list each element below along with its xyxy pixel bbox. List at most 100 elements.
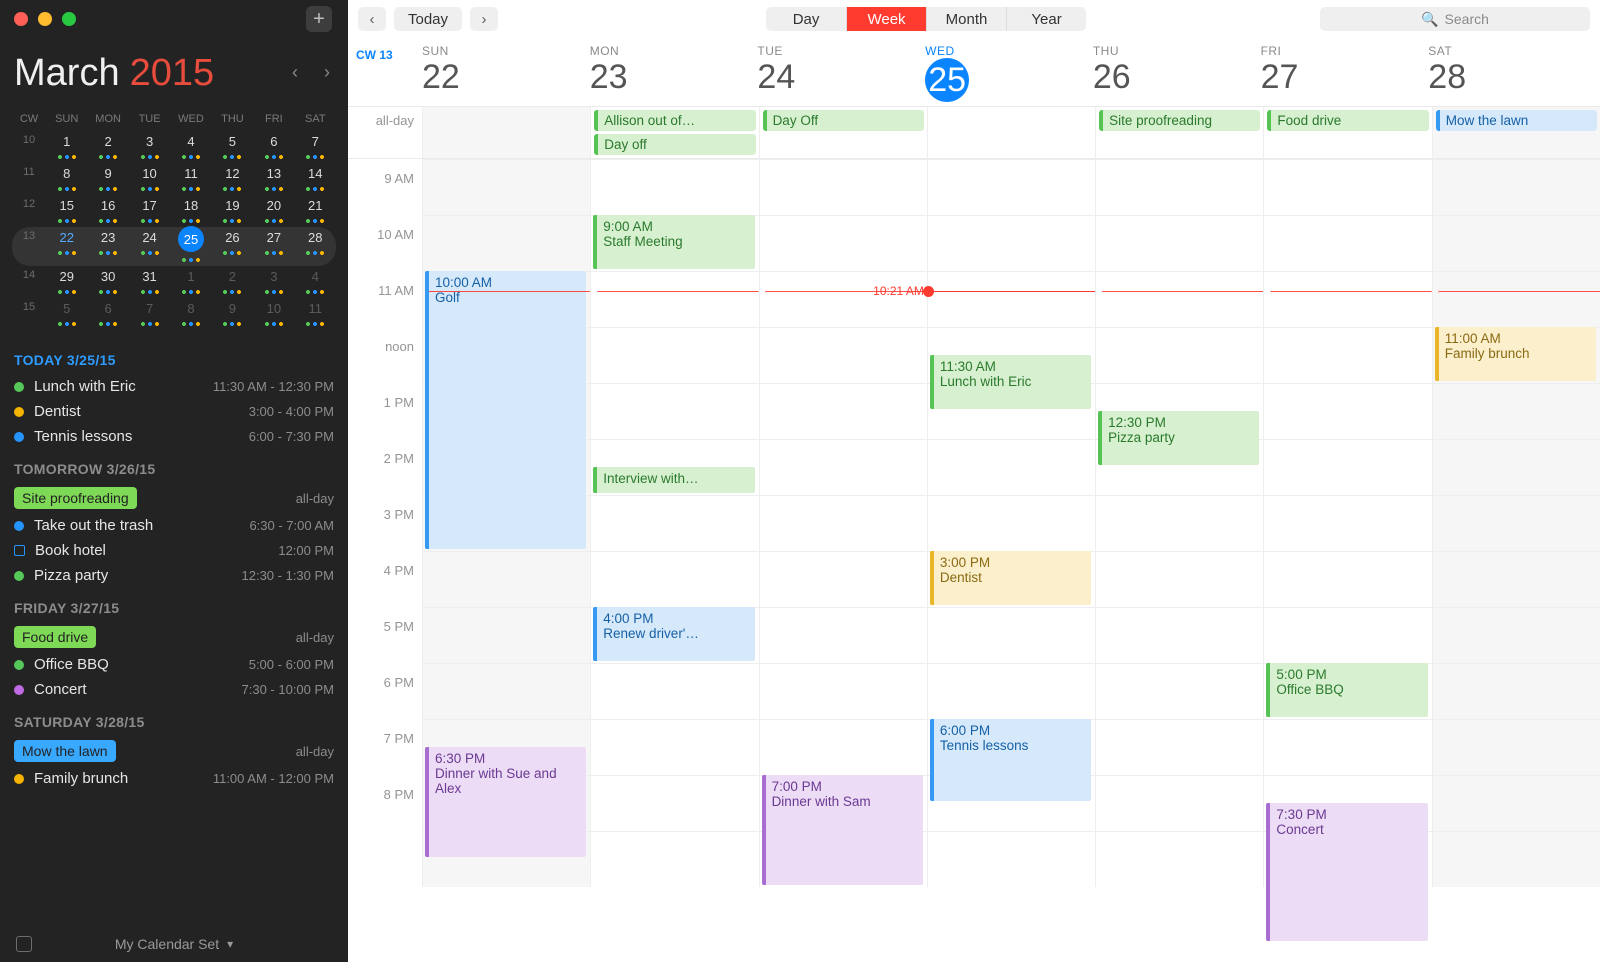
day-column[interactable]: 11:00 AMFamily brunch <box>1432 159 1600 887</box>
day-column[interactable]: 12:30 PMPizza party <box>1095 159 1263 887</box>
mini-cal-day[interactable]: 15 <box>46 195 87 227</box>
mini-cal-day[interactable]: 26 <box>212 227 253 259</box>
mini-cal-day[interactable]: 3 <box>253 266 294 298</box>
agenda-item[interactable]: Family brunch11:00 AM - 12:00 PM <box>14 766 334 791</box>
next-week-button[interactable]: › <box>470 7 498 31</box>
calendar-event[interactable]: 4:00 PMRenew driver'… <box>593 607 754 661</box>
day-header-cell[interactable]: WED25 <box>925 38 1093 106</box>
mini-cal-day[interactable]: 2 <box>212 266 253 298</box>
mini-cal-day[interactable]: 5 <box>46 298 87 330</box>
view-tab-month[interactable]: Month <box>926 7 1006 31</box>
allday-cell[interactable] <box>927 107 1095 158</box>
day-column[interactable]: 10:21 AM11:30 AMLunch with Eric3:00 PMDe… <box>927 159 1095 887</box>
mini-cal-day[interactable]: 8 <box>46 163 87 195</box>
agenda-list[interactable]: TODAY 3/25/15Lunch with Eric11:30 AM - 1… <box>0 340 348 926</box>
mini-cal-day[interactable]: 24 <box>129 227 170 259</box>
calendar-set-label[interactable]: My Calendar Set <box>115 936 219 952</box>
mini-cal-day[interactable]: 4 <box>170 131 211 163</box>
calendar-event[interactable]: 3:00 PMDentist <box>930 551 1091 605</box>
close-window-icon[interactable] <box>14 12 28 26</box>
mini-cal-day[interactable]: 4 <box>295 266 336 298</box>
mini-cal-day[interactable]: 1 <box>170 266 211 298</box>
mini-cal-day[interactable]: 6 <box>87 298 128 330</box>
mini-cal-day[interactable]: 17 <box>129 195 170 227</box>
mini-cal-day[interactable]: 1 <box>46 131 87 163</box>
mini-cal-day[interactable]: 31 <box>129 266 170 298</box>
mini-calendar[interactable]: CWSUNMONTUEWEDTHUFRISAT10123456711891011… <box>12 113 336 330</box>
mini-cal-day[interactable]: 12 <box>212 163 253 195</box>
calendar-event[interactable]: Interview with… <box>593 467 754 493</box>
allday-event[interactable]: Allison out of… <box>594 110 755 131</box>
mini-cal-day[interactable]: 7 <box>295 131 336 163</box>
view-tab-day[interactable]: Day <box>766 7 846 31</box>
calendar-event[interactable]: 11:30 AMLunch with Eric <box>930 355 1091 409</box>
mini-cal-day[interactable]: 27 <box>253 227 294 259</box>
mini-cal-day[interactable]: 11 <box>295 298 336 330</box>
allday-event[interactable]: Food drive <box>1267 110 1428 131</box>
view-tab-week[interactable]: Week <box>846 7 926 31</box>
allday-event[interactable]: Day off <box>594 134 755 155</box>
agenda-item[interactable]: Mow the lawnall-day <box>14 736 334 766</box>
calendar-event[interactable]: 12:30 PMPizza party <box>1098 411 1259 465</box>
day-column[interactable]: 9:00 AMStaff MeetingInterview with…4:00 … <box>590 159 758 887</box>
mini-cal-day[interactable]: 9 <box>212 298 253 330</box>
reminders-toggle-icon[interactable] <box>16 936 32 952</box>
mini-cal-day[interactable]: 22 <box>46 227 87 259</box>
allday-cell[interactable] <box>422 107 590 158</box>
calendar-event[interactable]: 6:00 PMTennis lessons <box>930 719 1091 801</box>
add-event-button[interactable]: + <box>306 6 332 32</box>
search-field[interactable]: 🔍 Search <box>1320 7 1590 31</box>
mini-cal-day[interactable]: 16 <box>87 195 128 227</box>
agenda-item[interactable]: Concert7:30 - 10:00 PM <box>14 677 334 702</box>
mini-cal-day[interactable]: 5 <box>212 131 253 163</box>
day-header-cell[interactable]: TUE24 <box>757 38 925 106</box>
agenda-item[interactable]: Food driveall-day <box>14 622 334 652</box>
allday-event[interactable]: Day Off <box>763 110 924 131</box>
day-header-cell[interactable]: MON23 <box>590 38 758 106</box>
minimize-window-icon[interactable] <box>38 12 52 26</box>
mini-cal-day[interactable]: 14 <box>295 163 336 195</box>
day-header-cell[interactable]: THU26 <box>1093 38 1261 106</box>
day-header-cell[interactable]: SAT28 <box>1428 38 1596 106</box>
day-header-cell[interactable]: FRI27 <box>1261 38 1429 106</box>
mini-cal-day[interactable]: 29 <box>46 266 87 298</box>
day-column[interactable]: 10:00 AMGolf 6:30 PMDinner with Sue and A… <box>422 159 590 887</box>
calendar-event[interactable]: 6:30 PMDinner with Sue and Alex <box>425 747 586 857</box>
mini-cal-day[interactable]: 20 <box>253 195 294 227</box>
mini-cal-day[interactable]: 23 <box>87 227 128 259</box>
allday-cell[interactable]: Site proofreading <box>1095 107 1263 158</box>
calendar-event[interactable]: 5:00 PMOffice BBQ <box>1266 663 1427 717</box>
mini-cal-day[interactable]: 10 <box>129 163 170 195</box>
mini-cal-day[interactable]: 21 <box>295 195 336 227</box>
allday-cell[interactable]: Mow the lawn <box>1432 107 1600 158</box>
agenda-item[interactable]: Take out the trash6:30 - 7:00 AM <box>14 513 334 538</box>
zoom-window-icon[interactable] <box>62 12 76 26</box>
calendar-event[interactable]: 10:00 AMGolf <box>425 271 586 549</box>
mini-cal-day[interactable]: 10 <box>253 298 294 330</box>
mini-cal-day[interactable]: 18 <box>170 195 211 227</box>
mini-cal-day[interactable]: 25 <box>170 227 211 266</box>
allday-cell[interactable]: Day Off <box>759 107 927 158</box>
prev-month-button[interactable]: ‹ <box>292 62 298 83</box>
allday-event[interactable]: Site proofreading <box>1099 110 1260 131</box>
agenda-item[interactable]: Lunch with Eric11:30 AM - 12:30 PM <box>14 374 334 399</box>
mini-cal-day[interactable]: 7 <box>129 298 170 330</box>
view-tab-year[interactable]: Year <box>1006 7 1086 31</box>
agenda-item[interactable]: Tennis lessons6:00 - 7:30 PM <box>14 424 334 449</box>
mini-cal-day[interactable]: 11 <box>170 163 211 195</box>
mini-cal-day[interactable]: 9 <box>87 163 128 195</box>
calendar-event[interactable]: 11:00 AMFamily brunch <box>1435 327 1596 381</box>
day-column[interactable]: 7:00 PMDinner with Sam <box>759 159 927 887</box>
agenda-item[interactable]: Dentist3:00 - 4:00 PM <box>14 399 334 424</box>
next-month-button[interactable]: › <box>324 62 330 83</box>
prev-week-button[interactable]: ‹ <box>358 7 386 31</box>
calendar-event[interactable]: 7:00 PMDinner with Sam <box>762 775 923 885</box>
mini-cal-day[interactable]: 6 <box>253 131 294 163</box>
agenda-item[interactable]: Book hotel12:00 PM <box>14 538 334 563</box>
today-button[interactable]: Today <box>394 7 462 31</box>
allday-cell[interactable]: Food drive <box>1263 107 1431 158</box>
agenda-item[interactable]: Pizza party12:30 - 1:30 PM <box>14 563 334 588</box>
agenda-item[interactable]: Site proofreadingall-day <box>14 483 334 513</box>
week-grid[interactable]: 9 AM10 AM11 AMnoon1 PM2 PM3 PM4 PM5 PM6 … <box>348 159 1600 887</box>
allday-event[interactable]: Mow the lawn <box>1436 110 1597 131</box>
